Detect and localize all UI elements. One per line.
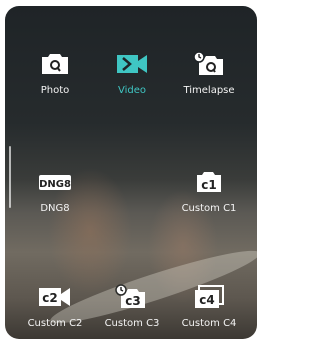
scrollbar[interactable] xyxy=(9,146,11,208)
mode-label: Timelapse xyxy=(183,85,235,96)
mode-label: DNG8 xyxy=(40,203,70,214)
mode-custom-c2[interactable]: c2 Custom C2 xyxy=(14,284,96,329)
mode-photo[interactable]: Photo xyxy=(14,51,96,96)
c1-badge: c1 xyxy=(201,178,216,192)
custom-c1-icon: c1 xyxy=(168,169,250,195)
mode-dng8[interactable]: DNG8 DNG8 xyxy=(14,169,96,214)
mode-label: Video xyxy=(117,85,147,96)
mode-label: Custom C3 xyxy=(104,318,160,329)
custom-c2-icon: c2 xyxy=(14,284,96,310)
mode-label: Custom C1 xyxy=(181,203,237,214)
dng8-icon: DNG8 xyxy=(14,169,96,195)
c4-badge: c4 xyxy=(199,293,214,307)
mode-label: Custom C2 xyxy=(27,318,83,329)
mode-label: Custom C4 xyxy=(181,318,237,329)
video-camera-icon xyxy=(91,51,173,77)
mode-custom-c4[interactable]: c4 Custom C4 xyxy=(168,284,250,329)
mode-video[interactable]: Video xyxy=(91,51,173,96)
c2-badge: c2 xyxy=(42,291,57,305)
custom-c3-icon: c3 xyxy=(91,284,173,310)
mode-label: Photo xyxy=(40,85,70,96)
timelapse-icon xyxy=(168,51,250,77)
camera-icon xyxy=(14,51,96,77)
mode-custom-c3[interactable]: c3 Custom C3 xyxy=(91,284,173,329)
mode-custom-c1[interactable]: c1 Custom C1 xyxy=(168,169,250,214)
dng8-badge: DNG8 xyxy=(39,179,71,190)
c3-badge: c3 xyxy=(125,294,140,308)
custom-c4-icon: c4 xyxy=(168,284,250,310)
mode-selector-screen: Photo Video Timelapse DNG8 DNG8 c1 Custo… xyxy=(5,6,257,339)
mode-timelapse[interactable]: Timelapse xyxy=(168,51,250,96)
